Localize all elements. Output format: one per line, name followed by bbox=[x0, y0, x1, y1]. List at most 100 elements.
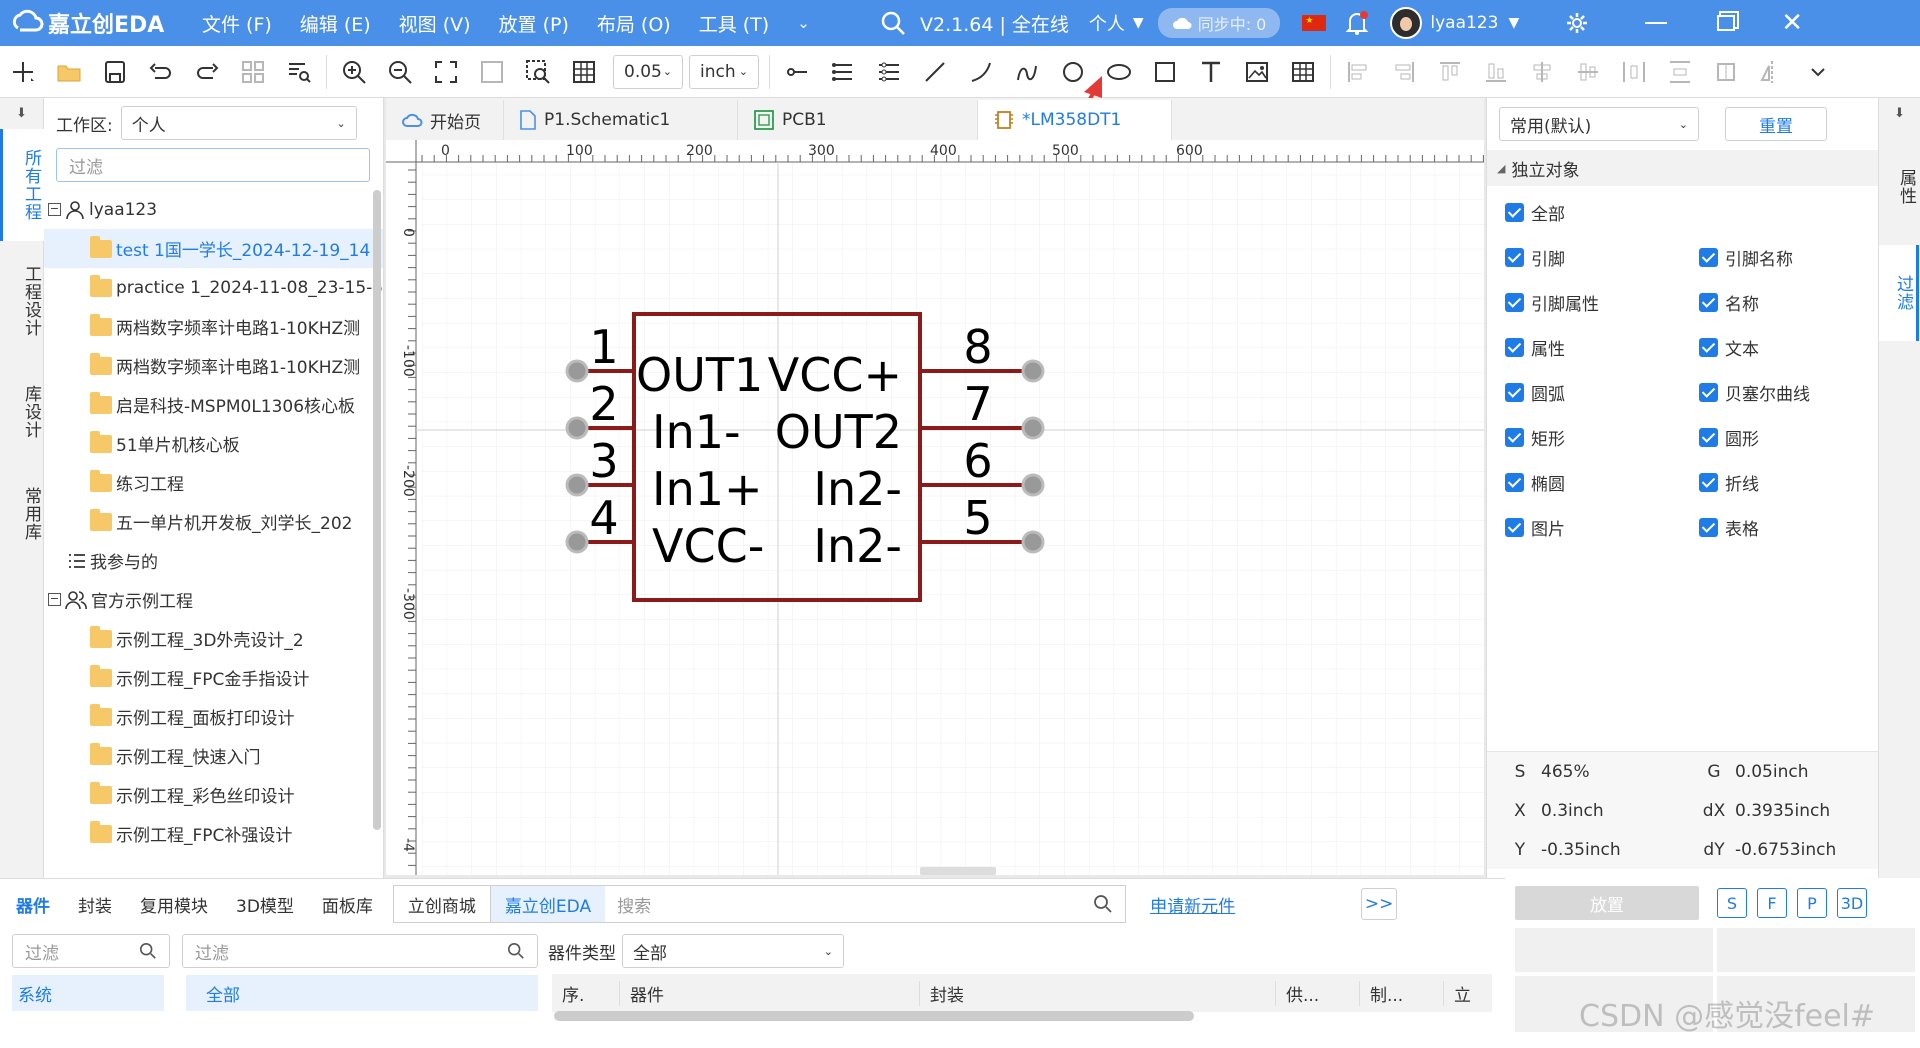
avatar[interactable] bbox=[1390, 7, 1423, 39]
apply-new-part-link[interactable]: 申请新元件 bbox=[1150, 892, 1235, 917]
tree-example-item[interactable]: 示例工程_FPC金手指设计 bbox=[44, 658, 383, 697]
mode-footprint-button[interactable]: F bbox=[1757, 888, 1787, 918]
filter-checkbox[interactable]: 名称 bbox=[1699, 280, 1879, 325]
line-tool-icon[interactable] bbox=[912, 50, 958, 94]
tab-panel-library[interactable]: 面板库 bbox=[308, 885, 387, 923]
filter-checkbox[interactable]: 引脚属性 bbox=[1505, 280, 1699, 325]
distribute-v-icon[interactable] bbox=[1657, 50, 1703, 94]
tree-example-item[interactable]: 示例工程_快速入门 bbox=[44, 736, 383, 775]
tab-library-design[interactable]: 库设计 bbox=[0, 361, 44, 463]
filter-preset-select[interactable]: 常用(默认) ⌄ bbox=[1499, 107, 1699, 141]
tree-example-item[interactable]: 示例工程_3D外壳设计_2 bbox=[44, 619, 383, 658]
tab-devices[interactable]: 器件 bbox=[2, 885, 64, 923]
zoom-in-icon[interactable] bbox=[331, 50, 377, 94]
tab-pcb[interactable]: PCB1 bbox=[738, 100, 978, 140]
search-list-icon[interactable] bbox=[276, 50, 322, 94]
tab-filter[interactable]: 过滤 bbox=[1879, 245, 1919, 341]
grid-size-select[interactable]: 0.05 ⌄ bbox=[613, 54, 683, 89]
align-center-h-icon[interactable] bbox=[1519, 50, 1565, 94]
tab-schematic[interactable]: P1.Schematic1 bbox=[504, 100, 738, 140]
library-filter-input[interactable]: 过滤 bbox=[12, 934, 170, 968]
col-supplier[interactable]: 供... bbox=[1276, 980, 1360, 1006]
mode-pcb-button[interactable]: P bbox=[1797, 888, 1827, 918]
tree-project-item[interactable]: practice 1_2024-11-08_23-15-5 bbox=[44, 268, 383, 307]
tab-lcsc-store[interactable]: 立创商城 bbox=[394, 886, 491, 922]
arc-tool-icon[interactable] bbox=[958, 50, 1004, 94]
pin-endpoint[interactable] bbox=[565, 530, 589, 554]
mode-symbol-button[interactable]: S bbox=[1717, 888, 1747, 918]
menu-file[interactable]: 文件 (F) bbox=[188, 10, 286, 37]
menu-place[interactable]: 放置 (P) bbox=[485, 10, 583, 37]
redo-icon[interactable] bbox=[184, 50, 230, 94]
china-flag-icon[interactable]: ★ bbox=[1302, 15, 1327, 31]
workspace-mode[interactable]: 个人 bbox=[1089, 10, 1125, 36]
tree-example-item[interactable]: 示例工程_面板打印设计 bbox=[44, 697, 383, 736]
filter-checkbox[interactable]: 图片 bbox=[1505, 505, 1699, 550]
canvas-collapse-handle[interactable] bbox=[920, 867, 996, 875]
category-filter-input[interactable]: 过滤 bbox=[182, 934, 538, 968]
tree-scrollbar[interactable] bbox=[373, 190, 381, 830]
zoom-out-icon[interactable] bbox=[377, 50, 423, 94]
tree-project-item[interactable]: 51单片机核心板 bbox=[44, 424, 383, 463]
pin-group-icon[interactable] bbox=[866, 50, 912, 94]
pin-endpoint[interactable] bbox=[1021, 359, 1045, 383]
pin-panel-icon[interactable]: ⬇ bbox=[1879, 98, 1920, 129]
tree-example-item[interactable]: 示例工程_FPC补强设计 bbox=[44, 814, 383, 850]
collapse-triangle-icon[interactable]: ◢ bbox=[1497, 162, 1505, 175]
tab-all-projects[interactable]: 所有工程 bbox=[0, 129, 44, 241]
tab-start-page[interactable]: 开始页 bbox=[386, 100, 504, 140]
col-footprint[interactable]: 封装 bbox=[920, 980, 1276, 1006]
tree-project-item[interactable]: 两档数字频率计电路1-10KHZ测 bbox=[44, 307, 383, 346]
notification-bell-icon[interactable] bbox=[1344, 10, 1370, 36]
tab-reuse-blocks[interactable]: 复用模块 bbox=[126, 885, 222, 923]
align-bottom-icon[interactable] bbox=[1473, 50, 1519, 94]
menu-more-chevron-icon[interactable]: ⌄ bbox=[783, 14, 824, 32]
library-search-input[interactable]: 搜索 bbox=[605, 887, 1125, 921]
pin-endpoint[interactable] bbox=[565, 416, 589, 440]
pin-endpoint[interactable] bbox=[565, 473, 589, 497]
collapse-icon[interactable]: − bbox=[48, 203, 61, 216]
align-left-icon[interactable] bbox=[1335, 50, 1381, 94]
results-hscrollbar[interactable] bbox=[554, 1011, 1194, 1021]
filter-checkbox[interactable]: 属性 bbox=[1505, 325, 1699, 370]
tree-project-item[interactable]: test 1国一学长_2024-12-19_14 bbox=[44, 229, 383, 268]
mode-3d-button[interactable]: 3D bbox=[1837, 888, 1867, 918]
tab-jlc-eda[interactable]: 嘉立创EDA bbox=[490, 886, 606, 922]
table-tool-icon[interactable] bbox=[1280, 50, 1326, 94]
search-icon[interactable] bbox=[1093, 894, 1113, 914]
search-icon[interactable] bbox=[880, 10, 906, 36]
filter-checkbox[interactable]: 引脚 bbox=[1505, 235, 1699, 280]
pin-tool-icon[interactable] bbox=[774, 50, 820, 94]
reset-button[interactable]: 重置 bbox=[1725, 107, 1827, 141]
distribute-h-icon[interactable] bbox=[1611, 50, 1657, 94]
menu-edit[interactable]: 编辑 (E) bbox=[286, 10, 385, 37]
tree-node-user[interactable]: − lyaa123 bbox=[44, 190, 383, 229]
menu-layout[interactable]: 布局 (O) bbox=[583, 10, 685, 37]
menu-tools[interactable]: 工具 (T) bbox=[685, 10, 783, 37]
tab-common-library[interactable]: 常用库 bbox=[0, 463, 44, 565]
align-center-v-icon[interactable] bbox=[1565, 50, 1611, 94]
category-all-item[interactable]: 全部 bbox=[186, 975, 538, 1011]
pin-panel-icon[interactable]: ⬇ bbox=[0, 98, 43, 129]
align-right-icon[interactable] bbox=[1381, 50, 1427, 94]
tab-symbol-lm358[interactable]: *LM358DT1 bbox=[978, 100, 1172, 140]
pin-endpoint[interactable] bbox=[565, 359, 589, 383]
fit-view-icon[interactable] bbox=[423, 50, 469, 94]
filter-checkbox[interactable]: 表格 bbox=[1699, 505, 1879, 550]
new-menu-button[interactable] bbox=[0, 50, 46, 94]
project-filter-input[interactable]: 过滤 bbox=[56, 148, 370, 182]
tree-node-official[interactable]: − 官方示例工程 bbox=[44, 580, 383, 619]
close-button[interactable]: ✕ bbox=[1781, 10, 1803, 36]
open-folder-icon[interactable] bbox=[46, 50, 92, 94]
tree-example-item[interactable]: 示例工程_彩色丝印设计 bbox=[44, 775, 383, 814]
col-lcsc[interactable]: 立 bbox=[1444, 981, 1484, 1006]
workspace-chevron-icon[interactable]: ▼ bbox=[1133, 15, 1144, 31]
canvas-drawing[interactable]: 0 100 200 300 400 500 600 0 -100 -200 -3… bbox=[386, 140, 1484, 875]
filter-checkbox[interactable]: 矩形 bbox=[1505, 415, 1699, 460]
minimize-button[interactable] bbox=[1645, 22, 1668, 24]
zoom-selection-icon[interactable] bbox=[469, 50, 515, 94]
filter-checkbox[interactable]: 折线 bbox=[1699, 460, 1879, 505]
filter-checkbox[interactable]: 贝塞尔曲线 bbox=[1699, 370, 1879, 415]
library-system-item[interactable]: 系统 bbox=[12, 975, 164, 1011]
pin-endpoint[interactable] bbox=[1021, 473, 1045, 497]
